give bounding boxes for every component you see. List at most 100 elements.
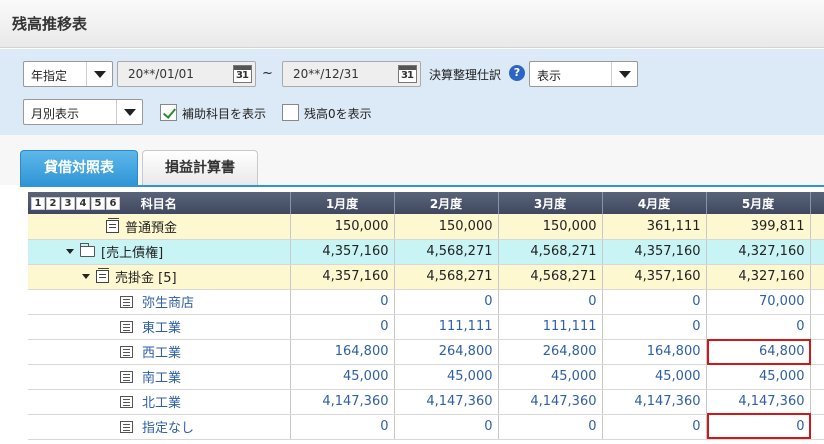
amount-cell-month-4[interactable]: 361,111: [602, 214, 707, 240]
overflow-cell: [810, 264, 824, 290]
amount-cell-month-2[interactable]: 45,000: [394, 364, 499, 390]
amount-cell-month-5[interactable]: 4,327,160: [706, 264, 811, 290]
amount-cell-month-1[interactable]: 0: [290, 314, 395, 340]
amount-cell-month-1[interactable]: 4,147,360: [290, 389, 395, 415]
column-header-month-2: 2月度: [394, 192, 499, 214]
column-header-month-4: 4月度: [602, 192, 707, 214]
amount-cell-month-3[interactable]: 264,800: [498, 339, 603, 365]
account-name: 普通預金: [125, 220, 178, 236]
amount-cell-month-5[interactable]: 45,000: [706, 364, 811, 390]
overflow-cell: [810, 289, 824, 315]
table-header-row: 123456 科目名 1月度 2月度 3月度 4月度 5月度: [28, 192, 824, 214]
amount-cell-month-4[interactable]: 0: [602, 289, 707, 315]
grid-viewport: 123456 科目名 1月度 2月度 3月度 4月度 5月度 普通預金 150,0…: [0, 0, 824, 444]
amount-cell-month-3[interactable]: 4,147,360: [498, 389, 603, 415]
account-name[interactable]: 南工業: [142, 371, 181, 386]
amount-cell-month-4[interactable]: 4,357,160: [602, 239, 707, 265]
account-name-cell[interactable]: 弥生商店: [28, 289, 291, 315]
column-header-month-3: 3月度: [498, 192, 603, 214]
amount-cell-month-5[interactable]: 4,327,160: [706, 239, 811, 265]
account-name-cell[interactable]: 西工業: [28, 339, 291, 365]
account-name-cell[interactable]: 普通預金: [28, 214, 291, 240]
amount-cell-month-1[interactable]: 0: [290, 289, 395, 315]
amount-cell-month-3[interactable]: 4,568,271: [498, 239, 603, 265]
amount-cell-month-4[interactable]: 45,000: [602, 364, 707, 390]
expand-toggle-icon[interactable]: [82, 274, 90, 279]
amount-cell-month-3[interactable]: 111,111: [498, 314, 603, 340]
level-1-button[interactable]: 1: [31, 197, 45, 210]
amount-cell-month-5[interactable]: 0: [706, 314, 811, 340]
ledger-icon: [96, 268, 109, 283]
amount-cell-month-3[interactable]: 150,000: [498, 214, 603, 240]
column-header-account: 123456 科目名: [28, 192, 291, 214]
amount-cell-month-5[interactable]: 399,811: [706, 214, 811, 240]
table-row[interactable]: 南工業 45,000 45,000 45,000 45,000 45,000: [28, 364, 824, 390]
level-4-button[interactable]: 4: [76, 197, 90, 210]
table-row[interactable]: 弥生商店 0 0 0 0 70,000: [28, 289, 824, 315]
level-5-button[interactable]: 5: [91, 197, 105, 210]
amount-cell-month-5[interactable]: 0: [706, 414, 811, 440]
sub-account-icon: [120, 295, 133, 308]
amount-cell-month-4[interactable]: 4,147,360: [602, 389, 707, 415]
amount-cell-month-3[interactable]: 45,000: [498, 364, 603, 390]
overflow-cell: [810, 314, 824, 340]
account-name-cell[interactable]: 北工業: [28, 389, 291, 415]
sub-account-icon: [120, 345, 133, 358]
amount-cell-month-1[interactable]: 0: [290, 414, 395, 440]
account-name: [売上債権]: [101, 246, 164, 261]
table-row[interactable]: 北工業 4,147,360 4,147,360 4,147,360 4,147,360 4…: [28, 389, 824, 415]
account-name[interactable]: 弥生商店: [142, 296, 194, 311]
table-row[interactable]: 西工業 164,800 264,800 264,800 164,800 64,800: [28, 339, 824, 365]
account-name[interactable]: 指定なし: [142, 421, 194, 436]
account-name-cell[interactable]: 東工業: [28, 314, 291, 340]
account-name-cell[interactable]: 指定なし: [28, 414, 291, 440]
overflow-cell: [810, 214, 824, 240]
amount-cell-month-4[interactable]: 0: [602, 414, 707, 440]
amount-cell-month-2[interactable]: 111,111: [394, 314, 499, 340]
amount-cell-month-2[interactable]: 0: [394, 289, 499, 315]
table-row[interactable]: 指定なし 0 0 0 0 0: [28, 414, 824, 440]
table-row[interactable]: 普通預金 150,000 150,000 150,000 361,111 399,811: [28, 214, 824, 240]
amount-cell-month-2[interactable]: 4,568,271: [394, 239, 499, 265]
amount-cell-month-3[interactable]: 0: [498, 289, 603, 315]
amount-cell-month-5[interactable]: 70,000: [706, 289, 811, 315]
amount-cell-month-2[interactable]: 4,147,360: [394, 389, 499, 415]
amount-cell-month-2[interactable]: 4,568,271: [394, 264, 499, 290]
account-name-cell[interactable]: [売上債権]: [28, 239, 291, 265]
amount-cell-month-3[interactable]: 4,568,271: [498, 264, 603, 290]
column-header-account-label: 科目名: [140, 196, 177, 211]
level-6-button[interactable]: 6: [106, 197, 120, 210]
account-name-cell[interactable]: 売掛金 [5]: [28, 264, 291, 290]
table-row[interactable]: 東工業 0 111,111 111,111 0 0: [28, 314, 824, 340]
level-2-button[interactable]: 2: [46, 197, 60, 210]
account-name[interactable]: 西工業: [142, 346, 181, 361]
amount-cell-month-3[interactable]: 0: [498, 414, 603, 440]
amount-cell-month-5[interactable]: 4,147,360: [706, 389, 811, 415]
table-row[interactable]: 売掛金 [5] 4,357,160 4,568,271 4,568,271 4,357,…: [28, 264, 824, 290]
amount-cell-month-1[interactable]: 4,357,160: [290, 239, 395, 265]
sub-account-icon: [120, 395, 133, 408]
amount-cell-month-2[interactable]: 150,000: [394, 214, 499, 240]
account-name-cell[interactable]: 南工業: [28, 364, 291, 390]
table-row[interactable]: [売上債権] 4,357,160 4,568,271 4,568,271 4,357,1…: [28, 239, 824, 265]
amount-cell-month-4[interactable]: 164,800: [602, 339, 707, 365]
balance-table: 123456 科目名 1月度 2月度 3月度 4月度 5月度 普通預金 150,0…: [28, 192, 824, 440]
overflow-cell: [810, 389, 824, 415]
level-buttons: 123456: [31, 196, 121, 210]
account-name[interactable]: 北工業: [142, 396, 181, 411]
sub-account-icon: [120, 320, 133, 333]
amount-cell-month-5[interactable]: 64,800: [706, 339, 811, 365]
amount-cell-month-1[interactable]: 150,000: [290, 214, 395, 240]
amount-cell-month-2[interactable]: 264,800: [394, 339, 499, 365]
account-name[interactable]: 東工業: [142, 321, 181, 336]
level-3-button[interactable]: 3: [61, 197, 75, 210]
amount-cell-month-2[interactable]: 0: [394, 414, 499, 440]
amount-cell-month-1[interactable]: 164,800: [290, 339, 395, 365]
column-header-overflow: [810, 192, 824, 214]
expand-toggle-icon[interactable]: [66, 249, 74, 254]
column-header-month-5: 5月度: [706, 192, 811, 214]
amount-cell-month-4[interactable]: 4,357,160: [602, 264, 707, 290]
amount-cell-month-1[interactable]: 4,357,160: [290, 264, 395, 290]
amount-cell-month-4[interactable]: 0: [602, 314, 707, 340]
amount-cell-month-1[interactable]: 45,000: [290, 364, 395, 390]
